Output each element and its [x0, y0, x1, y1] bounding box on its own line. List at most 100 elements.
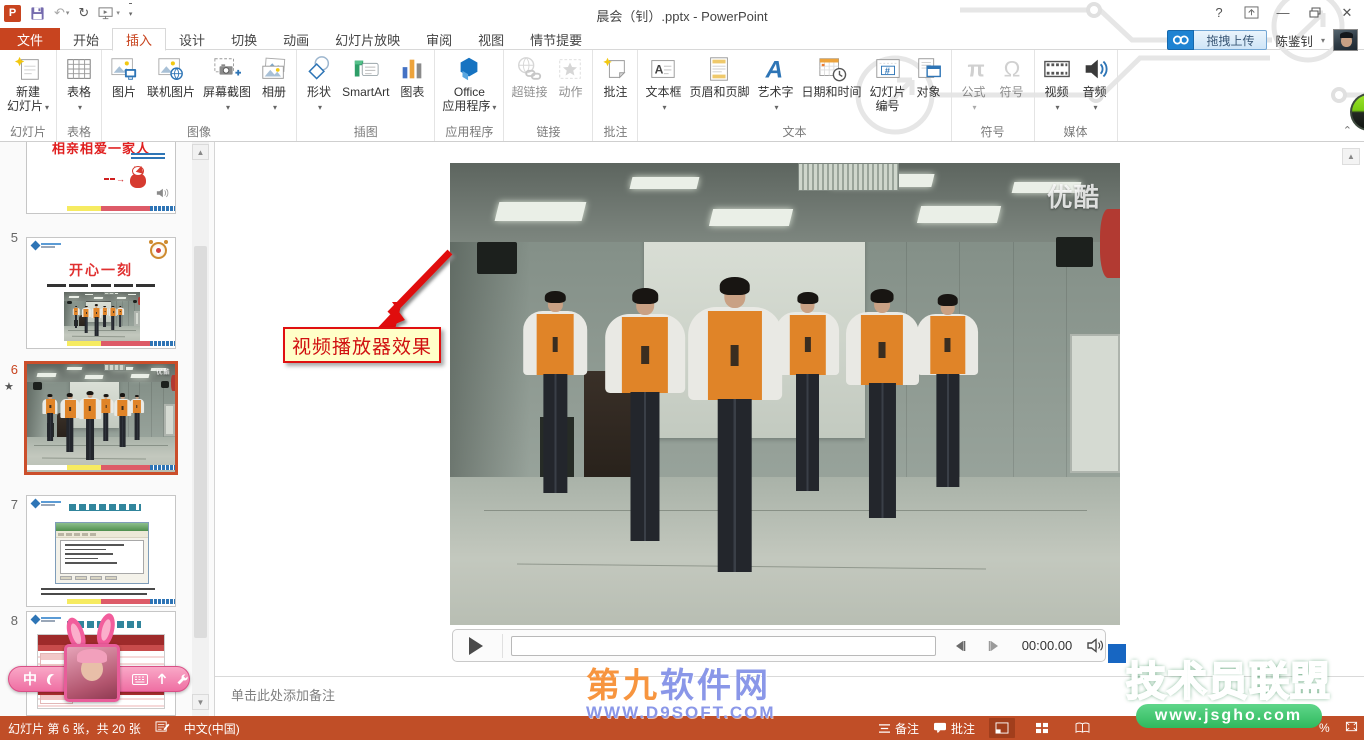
- ribbon-button-图表[interactable]: 图表: [393, 52, 431, 125]
- title-bar: P ↶▾ ↻ ▾ ▾ 晨会（钊）.pptx - PowerPoint ? — ✕: [0, 0, 1364, 28]
- ribbon-button-label2: ▾: [271, 99, 277, 115]
- video-object[interactable]: 优酷: [450, 163, 1120, 625]
- tab-审阅[interactable]: 审阅: [413, 28, 465, 50]
- ribbon-button-艺术字[interactable]: A艺术字▾: [753, 52, 797, 125]
- watermark-jsgho-url: www.jsgho.com: [1136, 704, 1322, 728]
- play-button[interactable]: [469, 637, 492, 655]
- restore-button[interactable]: [1302, 2, 1328, 23]
- mute-button[interactable]: [1086, 638, 1104, 653]
- tab-视图[interactable]: 视图: [465, 28, 517, 50]
- ribbon-group-媒体: 视频▾音频▾媒体: [1035, 50, 1118, 141]
- person-silhouette: [117, 306, 124, 327]
- ribbon-display-options-button[interactable]: [1238, 2, 1264, 23]
- tab-开始[interactable]: 开始: [60, 28, 112, 50]
- ribbon-button-label2: ▾: [772, 99, 778, 115]
- slide-6-thumbnail-selected[interactable]: 优酷: [24, 361, 178, 475]
- ribbon-button-符号: Ω符号: [993, 52, 1031, 125]
- ribbon-group-label: 符号: [955, 125, 1031, 141]
- tab-情节提要[interactable]: 情节提要: [517, 28, 595, 50]
- user-dropdown-icon[interactable]: ▾: [1321, 36, 1325, 45]
- fit-slide-button[interactable]: [1344, 720, 1359, 736]
- ribbon-button-幻灯片编号[interactable]: #幻灯片编号: [866, 52, 910, 125]
- ribbon-button-形状[interactable]: 形状▾: [300, 52, 338, 125]
- tab-文件[interactable]: 文件: [0, 28, 60, 50]
- user-avatar[interactable]: [1333, 29, 1358, 51]
- thumbnail-scroll-down[interactable]: ▼: [192, 694, 209, 710]
- object-icon: [914, 53, 944, 85]
- ribbon-button-label2: ▾: [1054, 99, 1060, 115]
- window-controls: ? — ✕: [1206, 2, 1360, 23]
- close-button[interactable]: ✕: [1334, 2, 1360, 23]
- dropdown-arrow-icon: ▾: [318, 103, 322, 112]
- ribbon-button-批注[interactable]: 批注: [596, 52, 634, 125]
- ribbon-button-label2: ▾: [76, 99, 82, 115]
- frame-forward-button[interactable]: [986, 639, 1002, 653]
- minimize-button[interactable]: —: [1270, 2, 1296, 23]
- ribbon-button-页眉和页脚[interactable]: 页眉和页脚: [685, 52, 753, 125]
- comments-toggle[interactable]: 批注: [933, 720, 975, 737]
- ribbon-button-联机图片[interactable]: 联机图片: [143, 52, 199, 125]
- ribbon-button-Office应用程序[interactable]: Office应用程序▾: [438, 52, 500, 125]
- ribbon-button-label: 超链接: [511, 85, 547, 99]
- user-name[interactable]: 陈鉴钊: [1275, 31, 1313, 50]
- ribbon-group-label: 幻灯片: [3, 125, 53, 141]
- ribbon-button-屏幕截图[interactable]: 屏幕截图▾: [199, 52, 255, 125]
- tab-插入[interactable]: 插入: [112, 28, 166, 51]
- video-still-frame: 优酷: [27, 364, 175, 472]
- ime-language-mode[interactable]: 中: [23, 669, 37, 689]
- main-scroll-up[interactable]: ▲: [1342, 148, 1360, 165]
- ribbon-group-label: 插图: [300, 125, 431, 141]
- slide-5-subtitle: [47, 284, 155, 287]
- slide-5-video-image: [64, 292, 140, 342]
- ribbon-group-表格: 表格▾表格: [57, 50, 102, 141]
- ribbon-button-label: 批注: [603, 85, 627, 99]
- ime-keyboard-icon[interactable]: [132, 674, 148, 685]
- thumbnail-scroll-thumb[interactable]: [194, 246, 207, 638]
- date-time-icon: [817, 53, 847, 85]
- ribbon-button-label: 视频: [1045, 85, 1069, 99]
- ime-wrench-icon[interactable]: [176, 673, 189, 686]
- slide-editing-area[interactable]: 优酷 视频播放器效果 00:00.00 ▲: [215, 142, 1364, 676]
- ribbon-button-音频[interactable]: 音频▾: [1076, 52, 1114, 125]
- dropdown-arrow-icon: ▾: [1094, 103, 1098, 112]
- ribbon-group-label: 表格: [60, 125, 98, 141]
- proofing-icon[interactable]: [155, 720, 170, 736]
- upload-button-label: 拖拽上传: [1194, 30, 1267, 50]
- tab-动画[interactable]: 动画: [270, 28, 322, 50]
- collapse-ribbon-button[interactable]: ⌃: [1343, 124, 1352, 137]
- slide-6-animation-indicator[interactable]: ★: [4, 380, 14, 393]
- slide-4-thumbnail[interactable]: 相亲相爱一家人 →: [26, 142, 176, 214]
- language-indicator[interactable]: 中文(中国): [184, 720, 240, 737]
- notes-toggle[interactable]: 备注: [878, 720, 919, 737]
- callout-label[interactable]: 视频播放器效果: [283, 327, 441, 363]
- ribbon-button-视频[interactable]: 视频▾: [1038, 52, 1076, 125]
- slide-5-thumbnail[interactable]: 开心一刻: [26, 237, 176, 349]
- ribbon-button-相册[interactable]: 相册▾: [255, 52, 293, 125]
- ribbon-button-SmartArt[interactable]: SmartArt: [338, 52, 393, 125]
- tab-切换[interactable]: 切换: [218, 28, 270, 50]
- ime-toolbox-icon[interactable]: [156, 673, 168, 685]
- ribbon-button-图片[interactable]: 图片: [105, 52, 143, 125]
- fox-cartoon: [129, 164, 147, 188]
- progress-bar[interactable]: [511, 636, 936, 656]
- slide-sorter-view-button[interactable]: [1029, 718, 1055, 738]
- frame-back-button[interactable]: [952, 639, 968, 653]
- drag-upload[interactable]: 拖拽上传: [1167, 30, 1267, 50]
- dropdown-arrow-icon: ▾: [492, 103, 496, 112]
- ribbon-button-新建幻灯片[interactable]: 新建幻灯片▾: [3, 52, 53, 125]
- ribbon: 新建幻灯片▾幻灯片表格▾表格图片联机图片屏幕截图▾相册▾图像形状▾SmartAr…: [0, 50, 1364, 142]
- tab-幻灯片放映[interactable]: 幻灯片放映: [322, 28, 413, 50]
- reading-view-button[interactable]: [1069, 718, 1095, 738]
- ribbon-button-表格[interactable]: 表格▾: [60, 52, 98, 125]
- normal-view-button[interactable]: [989, 718, 1015, 738]
- youku-watermark: 优酷: [1047, 177, 1100, 214]
- ribbon-button-日期和时间[interactable]: 日期和时间: [798, 52, 866, 125]
- svg-text:A: A: [765, 56, 784, 83]
- ribbon-button-文本框[interactable]: A文本框▾: [641, 52, 685, 125]
- ime-fullhalf-icon[interactable]: [46, 672, 58, 685]
- thumbnail-scroll-up[interactable]: ▲: [192, 144, 209, 160]
- slide-7-thumbnail[interactable]: [26, 495, 176, 607]
- help-button[interactable]: ?: [1206, 2, 1232, 23]
- ribbon-button-对象[interactable]: 对象: [910, 52, 948, 125]
- tab-设计[interactable]: 设计: [166, 28, 218, 50]
